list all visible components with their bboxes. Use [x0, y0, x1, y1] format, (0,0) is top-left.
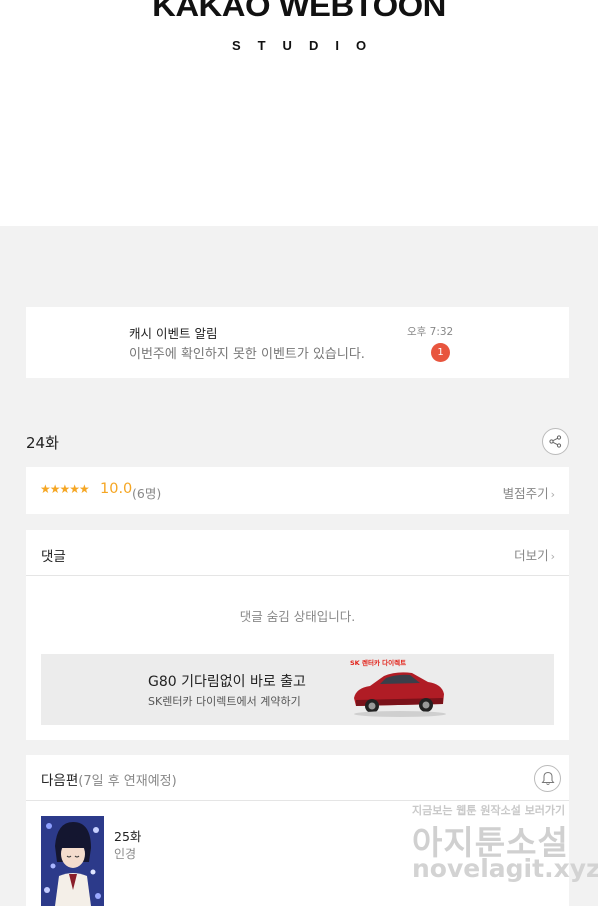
logo-text: KAKAO WEBTOON [152, 0, 446, 23]
next-episode-section: 다음편(7일 후 연재예정) 25화 인경 [26, 755, 569, 906]
next-episode-header: 다음편(7일 후 연재예정) [26, 755, 569, 801]
episode-title: 24화 [26, 434, 59, 452]
bell-icon [541, 771, 554, 785]
next-episode-title: 다음편(7일 후 연재예정) [41, 769, 177, 789]
rating-stars: ★★★★★ [40, 482, 90, 496]
comments-section: 댓글 더보기 › 댓글 숨김 상태입니다. G80 기다림없이 바로 출고 SK렌… [26, 530, 569, 740]
rate-button[interactable]: 별점주기 › [503, 483, 555, 502]
notice-time: 오후 7:32 [407, 326, 454, 338]
comments-title: 댓글 [41, 549, 66, 565]
header-banner: KAKAO WEBTOON STUDIO [0, 0, 598, 226]
logo-subtext: STUDIO [231, 38, 384, 53]
chevron-right-icon: › [550, 488, 555, 501]
notice-title: 캐시 이벤트 알림 [129, 326, 218, 341]
share-button[interactable] [542, 428, 569, 455]
ad-banner[interactable]: G80 기다림없이 바로 출고 SK렌터카 다이렉트에서 계약하기 SK 렌터카… [41, 654, 554, 725]
rating-count: (6명) [132, 486, 162, 501]
notify-button[interactable] [534, 765, 561, 792]
car-image [354, 672, 446, 717]
next-episode-schedule: (7일 후 연재예정) [78, 774, 177, 789]
rating-bar: ★★★★★ 10.0 (6명) 별점주기 › [26, 467, 569, 514]
comments-hidden-message: 댓글 숨김 상태입니다. [239, 609, 356, 624]
notice-message: 이번주에 확인하지 못한 이벤트가 있습니다. [129, 347, 365, 362]
next-episode-number[interactable]: 25화 [114, 826, 141, 845]
ad-title: G80 기다림없이 바로 출고 [148, 674, 306, 690]
thumbnail-image [41, 816, 104, 906]
next-episode-name: 인경 [114, 847, 137, 861]
comments-header: 댓글 더보기 › [26, 530, 569, 576]
notice-badge: 1 [431, 343, 450, 362]
rating-score: 10.0 [100, 481, 133, 497]
episode-thumbnail[interactable] [41, 816, 104, 906]
ad-subtitle: SK렌터카 다이렉트에서 계약하기 [148, 695, 301, 708]
comments-more-label: 더보기 [514, 548, 549, 563]
cash-event-notice[interactable]: 캐시 이벤트 알림 이번주에 확인하지 못한 이벤트가 있습니다. 오후 7:3… [26, 307, 569, 378]
share-icon [549, 435, 562, 448]
chevron-right-icon: › [550, 550, 555, 563]
comments-more-button[interactable]: 더보기 › [514, 545, 555, 564]
rate-button-label: 별점주기 [502, 486, 549, 501]
next-episode-label: 다음편 [41, 773, 79, 789]
